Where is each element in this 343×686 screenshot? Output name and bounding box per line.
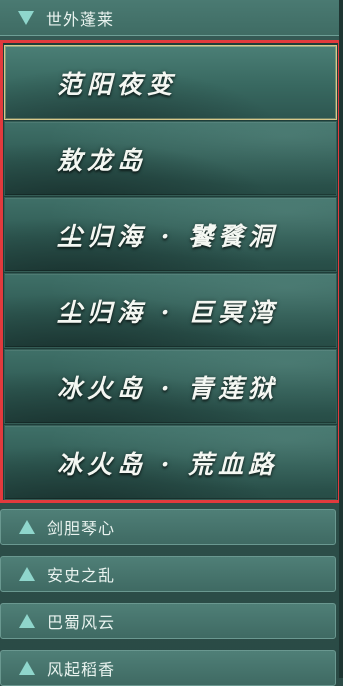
sub-item-binghuo-qinglian[interactable]: 冰火岛 · 青莲狱 [4, 349, 337, 424]
category-label: 风起稻香 [47, 660, 116, 679]
category-label: 巴蜀风云 [47, 613, 116, 632]
sub-item-aolong-dao[interactable]: 敖龙岛 [4, 121, 337, 196]
triangle-up-icon [19, 661, 35, 675]
category-label: 剑胆琴心 [47, 519, 116, 538]
sub-item-label: 尘归海 · 巨冥湾 [57, 297, 279, 327]
triangle-up-icon [19, 614, 35, 628]
category-row-bashu-fengyun[interactable]: 巴蜀风云 [0, 603, 336, 639]
sub-item-label: 敖龙岛 [57, 145, 148, 175]
dungeon-list-panel: 世外蓬莱 范阳夜变 敖龙岛 尘归海 · 饕餮洞 尘归海 · 巨冥湾 冰火岛 · … [0, 0, 343, 686]
sub-item-chenguihai-juming[interactable]: 尘归海 · 巨冥湾 [4, 273, 337, 348]
triangle-up-icon [19, 520, 35, 534]
category-label: 世外蓬莱 [46, 9, 115, 29]
sub-item-fanyang-yebian[interactable]: 范阳夜变 [4, 45, 337, 120]
highlighted-sub-list: 范阳夜变 敖龙岛 尘归海 · 饕餮洞 尘归海 · 巨冥湾 冰火岛 · 青莲狱 冰… [0, 40, 341, 503]
category-row-jiandan-qinxin[interactable]: 剑胆琴心 [0, 509, 336, 545]
sub-item-label: 尘归海 · 饕餮洞 [57, 221, 279, 251]
triangle-down-icon [18, 10, 34, 25]
sub-item-label: 冰火岛 · 荒血路 [57, 449, 279, 479]
category-row-fengqi-daoxiang[interactable]: 风起稻香 [0, 650, 336, 686]
category-label: 安史之乱 [47, 566, 116, 585]
scrollbar-track[interactable] [339, 0, 343, 678]
sub-item-label: 范阳夜变 [57, 69, 178, 99]
sub-item-label: 冰火岛 · 青莲狱 [57, 373, 279, 403]
triangle-up-icon [19, 567, 35, 581]
sub-item-binghuo-huangxue[interactable]: 冰火岛 · 荒血路 [4, 425, 337, 500]
category-row-anshi-zhiluan[interactable]: 安史之乱 [0, 556, 336, 592]
sub-item-chenguihai-taotie[interactable]: 尘归海 · 饕餮洞 [4, 197, 337, 272]
category-header-shiwai-penglai[interactable]: 世外蓬莱 [0, 0, 343, 36]
